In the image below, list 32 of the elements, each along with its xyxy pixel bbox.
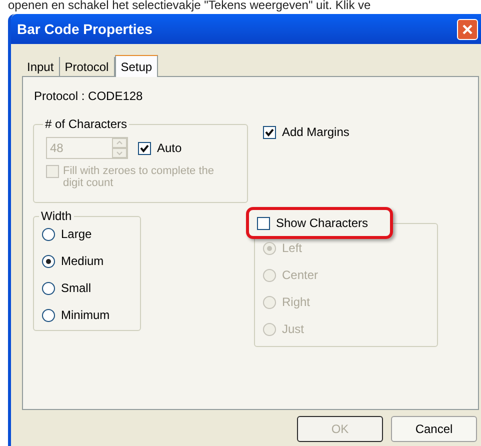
checkbox[interactable] [138,142,151,154]
checkbox[interactable] [257,216,270,230]
checkmark-icon [140,144,149,152]
auto-label: Auto [157,140,182,157]
dialog-button[interactable]: Cancel [391,416,477,442]
close-button[interactable] [457,18,478,40]
spinner-arrows-icon [112,138,127,158]
radio-label: Right [282,294,310,311]
radio-button[interactable] [42,282,55,294]
add-margins-label: Add Margins [282,124,350,141]
radio-label: Medium [61,253,104,270]
checkmark-icon [265,128,274,136]
radio-button[interactable] [42,254,55,268]
radio-label: Small [61,280,92,297]
radio-button[interactable] [42,308,55,322]
group-title: Width [40,208,73,225]
radio-label: Large [61,226,92,243]
protocol-label: Protocol : CODE128 [34,88,144,105]
fill-zeroes-label: Fill with zeroes to complete the digit count [63,165,216,189]
checkbox[interactable] [263,126,276,138]
radio-label: Just [282,321,304,338]
group-title: # of Characters [44,116,128,133]
tab[interactable]: Setup [114,55,158,77]
radio-label: Minimum [61,307,110,324]
show-characters-label: Show Characters [276,215,368,232]
close-icon [462,24,473,34]
radio-label: Center [282,267,318,284]
radio-button[interactable] [42,228,55,240]
radio-label: Left [282,240,302,257]
count-value: 48 [50,140,64,157]
caption-text: openen en schakel het selectievakje "Tekens weergeven" uit. Klik ve [7,0,372,14]
window-title: Bar Code Properties [17,20,152,39]
